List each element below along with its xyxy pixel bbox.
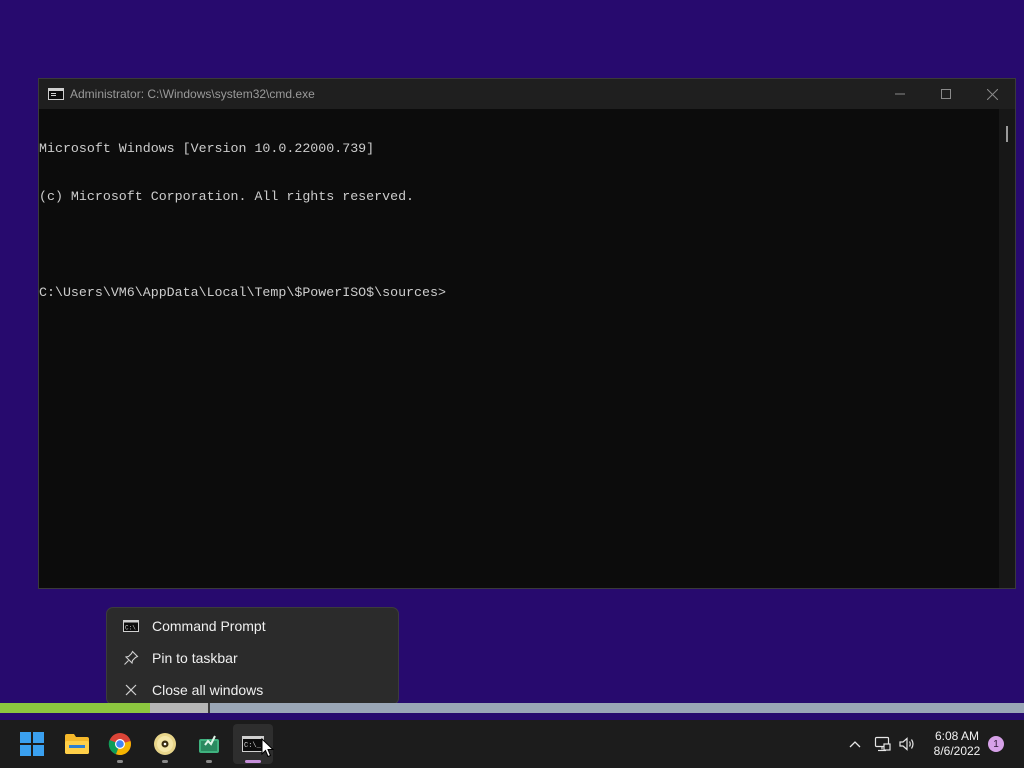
volume-button[interactable]	[897, 734, 917, 754]
cmd-icon	[48, 88, 64, 100]
disc-icon	[154, 733, 176, 755]
volume-icon	[899, 737, 914, 751]
window-title: Administrator: C:\Windows\system32\cmd.e…	[70, 87, 315, 101]
preview-segment	[150, 703, 208, 713]
console-line: (c) Microsoft Corporation. All rights re…	[39, 189, 415, 204]
pin-icon	[122, 649, 140, 667]
cmd-window[interactable]: Administrator: C:\Windows\system32\cmd.e…	[38, 78, 1016, 589]
show-hidden-icons-button[interactable]	[845, 734, 865, 754]
clock-time: 6:08 AM	[934, 729, 980, 743]
start-button[interactable]	[12, 724, 52, 764]
network-icon	[874, 736, 891, 752]
taskbar-jump-list: C:\ Command Prompt Pin to taskbar Close …	[106, 607, 399, 705]
jump-item-label: Command Prompt	[152, 618, 266, 634]
close-icon	[986, 88, 998, 100]
windows-start-icon	[20, 732, 44, 756]
mouse-cursor-icon	[261, 738, 275, 758]
taskbar: C:\_ 6:08 AM 8/6/2022 1	[0, 720, 1024, 768]
svg-text:C:\: C:\	[125, 625, 136, 632]
maximize-icon	[941, 89, 951, 99]
minimize-button[interactable]	[877, 79, 923, 109]
vertical-scrollbar[interactable]	[999, 109, 1015, 588]
window-preview-strip	[0, 703, 1024, 713]
chrome-icon	[108, 733, 131, 756]
network-button[interactable]	[872, 734, 892, 754]
console-output[interactable]: Microsoft Windows [Version 10.0.22000.73…	[39, 109, 999, 588]
green-app-icon	[199, 735, 219, 753]
jump-item-close-all-windows[interactable]: Close all windows	[107, 674, 398, 706]
close-button[interactable]	[969, 79, 1015, 109]
active-indicator	[245, 760, 261, 763]
taskbar-file-explorer[interactable]	[57, 724, 97, 764]
minimize-icon	[895, 93, 905, 95]
window-controls	[877, 79, 1015, 109]
maximize-button[interactable]	[923, 79, 969, 109]
taskbar-chrome[interactable]	[100, 724, 140, 764]
console-prompt[interactable]: C:\Users\VM6\AppData\Local\Temp\$PowerIS…	[39, 285, 999, 301]
close-icon	[122, 681, 140, 699]
chevron-up-icon	[849, 741, 861, 748]
svg-text:C:\_: C:\_	[244, 742, 262, 750]
preview-segment	[0, 703, 150, 713]
running-indicator	[162, 760, 168, 763]
jump-item-label: Close all windows	[152, 682, 264, 698]
clock-date: 8/6/2022	[933, 744, 981, 758]
scrollbar-thumb[interactable]	[1006, 126, 1008, 142]
running-indicator	[206, 760, 212, 763]
cmd-titlebar[interactable]: Administrator: C:\Windows\system32\cmd.e…	[39, 79, 1015, 109]
clock[interactable]: 6:08 AM 8/6/2022	[922, 729, 992, 759]
notification-badge[interactable]: 1	[988, 736, 1004, 752]
preview-segment	[210, 703, 1024, 713]
taskbar-green-app[interactable]	[189, 724, 229, 764]
folder-icon	[65, 734, 89, 754]
console-line: Microsoft Windows [Version 10.0.22000.73…	[39, 141, 375, 156]
taskbar-poweriso[interactable]	[145, 724, 185, 764]
running-indicator	[117, 760, 123, 763]
jump-item-label: Pin to taskbar	[152, 650, 238, 666]
cmd-icon: C:\	[122, 617, 140, 635]
jump-item-command-prompt[interactable]: C:\ Command Prompt	[107, 610, 398, 642]
jump-item-pin-to-taskbar[interactable]: Pin to taskbar	[107, 642, 398, 674]
